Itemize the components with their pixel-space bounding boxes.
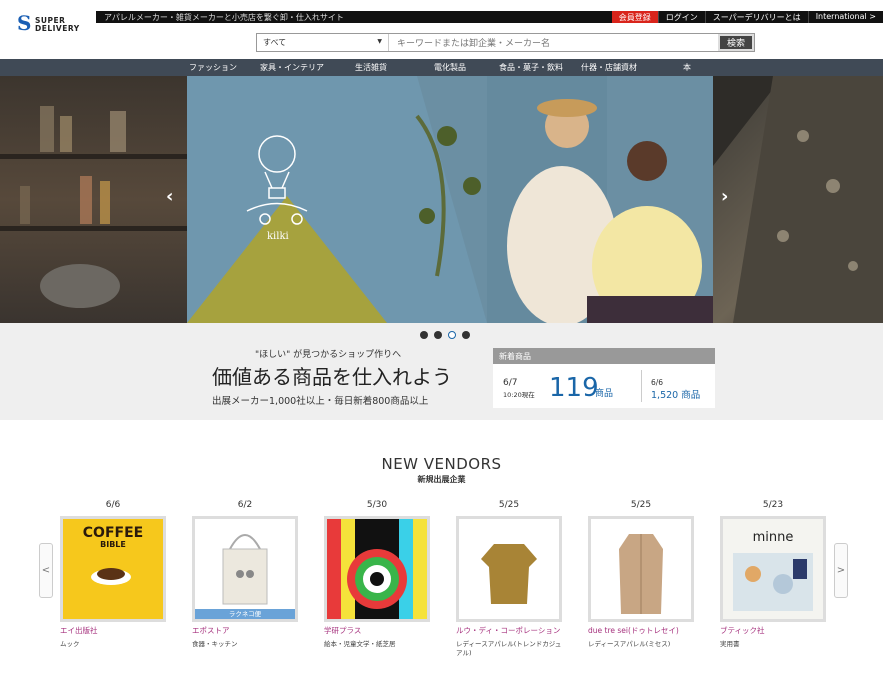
search-box: すべて ▼ 検索 bbox=[256, 33, 755, 52]
chevron-left-icon: < bbox=[41, 565, 51, 576]
brand-logo-kilki: kilki bbox=[267, 231, 289, 242]
vendor-thumbnail[interactable]: ラクネコ便 bbox=[192, 516, 298, 622]
promo-lead: "ほしい" が見つかるショップ作りへ bbox=[255, 350, 402, 360]
hero-slide-next[interactable]: › bbox=[713, 76, 883, 323]
shirt-image bbox=[713, 76, 883, 323]
international-link[interactable]: International > bbox=[807, 11, 883, 23]
search-row: すべて ▼ 検索 bbox=[0, 27, 883, 59]
prev-count: 1,520 商品 bbox=[651, 390, 701, 401]
vendors-subheading: 新規出展企業 bbox=[417, 475, 466, 484]
vendor-category: 食器・キッチン bbox=[192, 640, 238, 648]
vendors-next-button[interactable]: > bbox=[834, 543, 848, 598]
vendor-date: 5/30 bbox=[366, 500, 388, 510]
vendors-heading: NEW VENDORS bbox=[381, 455, 502, 473]
new-products-title: 新着商品 bbox=[493, 348, 715, 364]
blouse-image bbox=[459, 519, 559, 619]
chevron-right-icon[interactable]: › bbox=[721, 186, 728, 207]
category-nav: ファッション 家具・インテリア 生活雑貨 電化製品 食品・菓子・飲料 什器・店舗… bbox=[0, 59, 883, 76]
vendor-date: 5/23 bbox=[762, 500, 784, 510]
vendor-card[interactable]: 5/25 ルウ・ディ・コーポレーション レディースアパレル(トレンドカジュアル) bbox=[454, 500, 564, 658]
nav-item-fashion[interactable]: ファッション bbox=[189, 62, 237, 73]
carousel-dot-3[interactable] bbox=[448, 331, 456, 339]
login-link[interactable]: ログイン bbox=[657, 11, 705, 23]
about-link[interactable]: スーパーデリバリーとは bbox=[704, 11, 808, 23]
vendor-category: ムック bbox=[60, 640, 80, 648]
vendor-card[interactable]: 6/6 COFFEE BIBLE エイ出版社 ムック bbox=[58, 500, 168, 649]
vendor-thumbnail[interactable] bbox=[456, 516, 562, 622]
nav-item-food[interactable]: 食品・菓子・飲料 bbox=[499, 62, 563, 73]
site-tagline: アパレルメーカー・雑貨メーカーと小売店を繋ぐ卸・仕入れサイト bbox=[104, 13, 344, 22]
vendor-name[interactable]: エイ出版社 bbox=[58, 626, 168, 636]
vendor-date: 6/6 bbox=[105, 500, 121, 510]
minne-book-image: minne bbox=[723, 519, 823, 619]
vendor-name[interactable]: エポストア bbox=[190, 626, 300, 636]
promo-headline: 価値ある商品を仕入れよう bbox=[212, 365, 452, 389]
nav-item-furniture[interactable]: 家具・インテリア bbox=[260, 62, 324, 73]
vendor-name[interactable]: ブティック社 bbox=[718, 626, 828, 636]
new-products-box[interactable]: 新着商品 6/7 10:20現在 119 商品 6/6 1,520 商品 bbox=[493, 348, 715, 408]
vendor-date: 6/2 bbox=[237, 500, 253, 510]
vendor-category: レディースアパレル(ミセス) bbox=[588, 640, 671, 648]
nav-item-electronics[interactable]: 電化製品 bbox=[434, 62, 466, 73]
hero-carousel: ‹ kilki › bbox=[0, 76, 883, 323]
vendor-date: 5/25 bbox=[498, 500, 520, 510]
carousel-dot-1[interactable] bbox=[420, 331, 428, 339]
carousel-dots bbox=[420, 331, 470, 339]
chevron-down-icon: ▼ bbox=[377, 38, 382, 45]
shipping-badge: ラクネコ便 bbox=[195, 609, 295, 619]
hero-slide-prev[interactable]: ‹ bbox=[0, 76, 187, 323]
hero-image bbox=[187, 76, 713, 323]
vendor-card[interactable]: 5/25 due tre sei(ドゥトレセイ) レディースアパレル(ミセス) bbox=[586, 500, 696, 649]
vendor-thumbnail[interactable] bbox=[324, 516, 430, 622]
vendor-name[interactable]: ルウ・ディ・コーポレーション bbox=[454, 626, 564, 636]
chevron-right-icon: > bbox=[836, 565, 846, 576]
carousel-dot-4[interactable] bbox=[462, 331, 470, 339]
carousel-dot-2[interactable] bbox=[434, 331, 442, 339]
category-select[interactable]: すべて ▼ bbox=[257, 34, 389, 51]
vendor-card[interactable]: 6/2 ラクネコ便 エポストア 食器・キッチン bbox=[190, 500, 300, 649]
divider bbox=[641, 370, 642, 402]
coffee-book-image: COFFEE BIBLE bbox=[63, 519, 163, 619]
promo-stats: 出展メーカー1,000社以上・毎日新着800商品以上 bbox=[212, 396, 429, 407]
svg-text:minne: minne bbox=[753, 530, 794, 545]
shelf-image bbox=[0, 106, 187, 308]
vendors-prev-button[interactable]: < bbox=[39, 543, 53, 598]
category-select-value: すべて bbox=[263, 38, 287, 47]
vendor-thumbnail[interactable] bbox=[588, 516, 694, 622]
svg-text:COFFEE: COFFEE bbox=[83, 525, 143, 541]
header-links: 会員登録 ログイン スーパーデリバリーとは International > bbox=[611, 11, 883, 23]
vendor-name[interactable]: 学研プラス bbox=[322, 626, 432, 636]
nav-item-household[interactable]: 生活雑貨 bbox=[355, 62, 387, 73]
tote-bag-image bbox=[195, 519, 295, 619]
coat-image bbox=[591, 519, 691, 619]
vendor-name[interactable]: due tre sei(ドゥトレセイ) bbox=[586, 626, 696, 636]
today-date: 6/7 bbox=[503, 378, 518, 388]
nav-item-books[interactable]: 本 bbox=[683, 62, 691, 73]
prev-date: 6/6 bbox=[651, 378, 664, 387]
vendor-thumbnail[interactable]: minne bbox=[720, 516, 826, 622]
hero-slide-active[interactable]: kilki bbox=[187, 76, 713, 323]
search-input[interactable] bbox=[389, 34, 718, 51]
vendor-card[interactable]: 5/30 学研プラス 絵本・児童文学・紙芝居 bbox=[322, 500, 432, 649]
search-button[interactable]: 検索 bbox=[718, 34, 754, 51]
vendor-category: レディースアパレル(トレンドカジュアル) bbox=[456, 640, 562, 657]
vendor-category: 絵本・児童文学・紙芝居 bbox=[324, 640, 396, 648]
chevron-left-icon[interactable]: ‹ bbox=[166, 186, 173, 207]
page: アパレルメーカー・雑貨メーカーと小売店を繋ぐ卸・仕入れサイト S SUPER D… bbox=[0, 0, 883, 691]
top-bar: アパレルメーカー・雑貨メーカーと小売店を繋ぐ卸・仕入れサイト S SUPER D… bbox=[0, 0, 883, 33]
today-count: 119 bbox=[549, 373, 599, 403]
register-button[interactable]: 会員登録 bbox=[611, 11, 658, 23]
vendor-card[interactable]: 5/23 minne ブティック社 実用書 bbox=[718, 500, 828, 649]
vendor-date: 5/25 bbox=[630, 500, 652, 510]
today-unit: 商品 bbox=[595, 389, 614, 399]
svg-text:BIBLE: BIBLE bbox=[100, 540, 126, 549]
vendor-thumbnail[interactable]: COFFEE BIBLE bbox=[60, 516, 166, 622]
today-time: 10:20現在 bbox=[503, 391, 535, 399]
nav-item-fixtures[interactable]: 什器・店舗資材 bbox=[581, 62, 637, 73]
vendor-category: 実用書 bbox=[720, 640, 740, 648]
picture-book-image bbox=[327, 519, 427, 619]
